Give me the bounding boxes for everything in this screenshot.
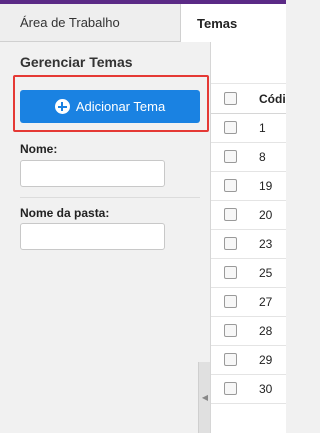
table-header: Códig xyxy=(211,83,286,114)
row-checkbox[interactable] xyxy=(224,237,237,250)
divider xyxy=(20,197,200,198)
column-header-code[interactable]: Códig xyxy=(259,92,286,106)
tab-temas[interactable]: Temas xyxy=(180,4,286,42)
table-row[interactable]: 20 xyxy=(211,200,286,230)
panel-title: Gerenciar Temas xyxy=(20,54,133,70)
row-checkbox[interactable] xyxy=(224,150,237,163)
table-row[interactable]: 23 xyxy=(211,229,286,259)
row-code: 19 xyxy=(259,178,273,193)
row-checkbox[interactable] xyxy=(224,295,237,308)
name-label: Nome: xyxy=(20,142,58,156)
chevron-left-icon[interactable]: ◀ xyxy=(202,393,208,402)
row-code: 1 xyxy=(259,120,266,135)
themes-table: Códig 181920232527282930 xyxy=(210,42,286,433)
row-code: 20 xyxy=(259,207,273,222)
row-code: 28 xyxy=(259,323,273,338)
row-code: 30 xyxy=(259,381,273,396)
table-row[interactable]: 27 xyxy=(211,287,286,317)
manage-themes-panel: Gerenciar Temas Adicionar Tema Nome: Nom… xyxy=(0,42,210,433)
row-checkbox[interactable] xyxy=(224,266,237,279)
row-code: 8 xyxy=(259,149,266,164)
folder-name-input[interactable] xyxy=(20,223,165,250)
row-checkbox[interactable] xyxy=(224,121,237,134)
table-row[interactable]: 28 xyxy=(211,316,286,346)
row-code: 25 xyxy=(259,265,273,280)
table-row[interactable]: 1 xyxy=(211,113,286,143)
highlight-box xyxy=(13,75,209,132)
table-row[interactable]: 25 xyxy=(211,258,286,288)
row-checkbox[interactable] xyxy=(224,353,237,366)
select-all-checkbox[interactable] xyxy=(224,92,237,105)
row-code: 29 xyxy=(259,352,273,367)
table-row[interactable]: 29 xyxy=(211,345,286,375)
folder-name-label: Nome da pasta: xyxy=(20,206,110,220)
row-checkbox[interactable] xyxy=(224,382,237,395)
tab-area-de-trabalho[interactable]: Área de Trabalho xyxy=(0,4,180,41)
row-checkbox[interactable] xyxy=(224,324,237,337)
row-checkbox[interactable] xyxy=(224,208,237,221)
table-row[interactable]: 8 xyxy=(211,142,286,172)
table-row[interactable]: 30 xyxy=(211,374,286,404)
table-row[interactable]: 19 xyxy=(211,171,286,201)
row-checkbox[interactable] xyxy=(224,179,237,192)
row-code: 27 xyxy=(259,294,273,309)
row-code: 23 xyxy=(259,236,273,251)
name-input[interactable] xyxy=(20,160,165,187)
tab-bar: Área de Trabalho Temas xyxy=(0,4,286,42)
